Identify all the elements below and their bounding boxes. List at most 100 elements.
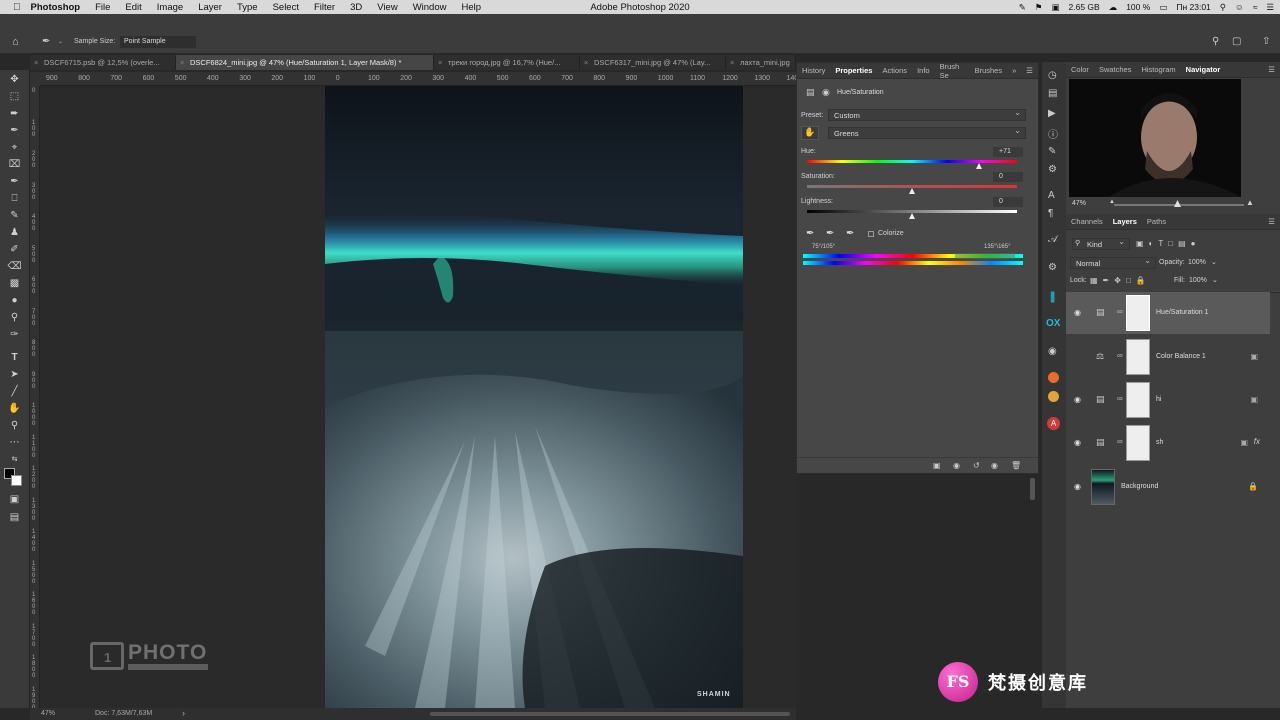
share-icon[interactable]: ⇧ (1262, 36, 1270, 47)
visibility-eye-icon[interactable]: ◉ (1074, 395, 1081, 404)
user-icon[interactable]: ☺ (1235, 2, 1244, 12)
workspace-icon[interactable]: ▢ (1232, 36, 1241, 47)
search-icon[interactable]: ⚲ (1220, 2, 1226, 13)
link-icon[interactable]: ∞ (1117, 351, 1123, 360)
blur-tool-icon[interactable]: ● (6, 293, 23, 308)
plugin-blue-icon[interactable]: ❚ (1048, 290, 1057, 303)
hue-value[interactable]: +71 (993, 147, 1023, 157)
lightness-value[interactable]: 0 (993, 197, 1023, 207)
layer-row[interactable]: ◉ ▤ ∞ Hue/Saturation 1 (1066, 292, 1270, 334)
zoom-in-icon[interactable]: ▲ (1246, 198, 1254, 207)
horizontal-scrollbar[interactable] (430, 712, 790, 716)
hue-slider-thumb[interactable] (975, 163, 982, 169)
cloud-icon[interactable]: ☁ (1109, 2, 1118, 13)
path-select-icon[interactable]: ➤ (6, 367, 23, 382)
colorize-checkbox[interactable] (868, 231, 874, 237)
menu-image[interactable]: Image (157, 2, 183, 13)
type-tool-icon[interactable]: T (6, 350, 23, 365)
menu-edit[interactable]: Edit (125, 2, 141, 13)
preset-select[interactable]: Custom (828, 107, 1026, 121)
eyedropper-icon[interactable]: ✒ (806, 228, 814, 239)
brush-settings-icon[interactable]: ✎ (1048, 146, 1056, 157)
menu-3d[interactable]: 3D (350, 2, 362, 13)
link-icon[interactable]: ∞ (1117, 394, 1123, 403)
layer-mask-thumbnail[interactable] (1126, 339, 1150, 375)
doc-tab[interactable]: × DSCF6715.psb @ 12,5% (overle... (30, 55, 176, 70)
delete-icon[interactable]: 🗑 (1011, 461, 1021, 470)
link-icon[interactable]: ∞ (1117, 437, 1123, 446)
screen-mode-icon[interactable]: ▤ (6, 510, 23, 525)
more-tools-icon[interactable]: ⋯ (6, 435, 23, 450)
tab-brushes[interactable]: Brushes (970, 66, 1008, 75)
flag-icon[interactable]: ⚑ (1035, 2, 1043, 13)
tab-history[interactable]: History (797, 66, 830, 75)
tab-layers[interactable]: Layers (1108, 217, 1142, 226)
tab-info[interactable]: Info (912, 66, 935, 75)
properties-icon[interactable]: ▤ (1048, 88, 1057, 99)
move-tool-icon[interactable]: ✥ (6, 72, 23, 87)
plugin-yellow-icon[interactable] (1048, 391, 1059, 402)
sample-size-select[interactable]: Point Sample (120, 36, 196, 48)
range-selector[interactable] (955, 253, 1015, 259)
panel-scrollbar[interactable] (1030, 478, 1035, 500)
apple-icon[interactable]:  (13, 2, 21, 13)
close-icon[interactable]: × (180, 55, 184, 70)
doc-tab[interactable]: × треки город.jpg @ 16,7% (Hue/... (434, 55, 580, 70)
pen-icon[interactable]: ✎ (1019, 2, 1026, 13)
eraser-tool-icon[interactable]: ⌫ (6, 259, 23, 274)
battery-icon[interactable]: ▭ (1159, 2, 1167, 13)
menu-app[interactable]: Photoshop (31, 2, 81, 13)
plugin-orange-icon[interactable] (1048, 372, 1059, 383)
menu-help[interactable]: Help (461, 2, 481, 13)
tab-channels[interactable]: Channels (1066, 217, 1108, 226)
view-previous-icon[interactable]: ◉ (953, 461, 960, 470)
eyedropper-icon[interactable]: ✒ (6, 174, 23, 189)
character-icon[interactable]: A (1048, 190, 1055, 201)
actions-play-icon[interactable]: ▶ (1048, 108, 1056, 119)
panel-menu-icon[interactable]: ☰ (1021, 66, 1038, 75)
fill-value[interactable]: 100% (1189, 277, 1207, 284)
doc-tab[interactable]: × DSCF6317_mini.jpg @ 47% (Lay... (580, 55, 726, 70)
lock-icons[interactable]: ▦✒✥□🔒 (1090, 276, 1151, 285)
tab-histogram[interactable]: Histogram (1136, 65, 1180, 74)
visibility-icon[interactable]: ◉ (991, 461, 998, 470)
info-icon[interactable]: ⓘ (1048, 126, 1058, 141)
blend-mode-select[interactable]: Normal (1070, 255, 1156, 269)
gradient-tool-icon[interactable]: ▩ (6, 276, 23, 291)
layer-row[interactable]: ⚖ ∞ Color Balance 1 ▣ (1066, 336, 1270, 378)
saturation-slider-thumb[interactable] (908, 188, 915, 194)
fx-badge[interactable]: fx (1254, 437, 1260, 446)
plugin-icon[interactable]: ⚙ (1048, 262, 1057, 273)
menu-window[interactable]: Window (413, 2, 447, 13)
close-icon[interactable]: × (438, 55, 442, 70)
background-color-swatch[interactable] (11, 475, 22, 486)
link-icon[interactable]: ∞ (1117, 307, 1123, 316)
document-image[interactable]: SHAMIN (325, 86, 743, 708)
panel-menu-icon[interactable]: ☰ (1263, 65, 1280, 74)
targeted-adjust-icon[interactable]: ✋ (801, 126, 819, 140)
glyphs-icon[interactable]: 𝒜 (1048, 234, 1057, 245)
tab-color[interactable]: Color (1066, 65, 1094, 74)
hue-slider[interactable] (807, 160, 1017, 163)
menu-view[interactable]: View (377, 2, 397, 13)
layer-name[interactable]: sh (1156, 439, 1163, 446)
default-colors-icon[interactable]: ⇆ (6, 452, 23, 467)
background-thumbnail[interactable] (1091, 469, 1115, 505)
paragraph-icon[interactable]: ¶ (1048, 208, 1053, 219)
layer-name[interactable]: Color Balance 1 (1156, 353, 1206, 360)
frame-tool-icon[interactable]: ⌧ (6, 157, 23, 172)
chevron-down-icon[interactable]: ⌄ (1211, 258, 1217, 266)
layer-mask-thumbnail[interactable] (1126, 382, 1150, 418)
chevron-down-icon[interactable]: ⌄ (58, 38, 63, 45)
layer-mask-thumbnail[interactable] (1126, 295, 1150, 331)
menu-file[interactable]: File (95, 2, 110, 13)
eyedropper-add-icon[interactable]: ✒ (826, 228, 834, 239)
clip-to-layer-icon[interactable]: ▣ (933, 461, 941, 470)
doc-tab-active[interactable]: × DSCF6824_mini.jpg @ 47% (Hue/Saturation… (176, 55, 434, 70)
menu-layer[interactable]: Layer (198, 2, 222, 13)
layer-name[interactable]: Background (1121, 483, 1158, 490)
menu-type[interactable]: Type (237, 2, 258, 13)
close-icon[interactable]: × (34, 55, 38, 70)
layer-row[interactable]: ◉ ▤ ∞ sh ▣ fx (1066, 422, 1270, 464)
visibility-eye-icon[interactable]: ◉ (1074, 308, 1081, 317)
